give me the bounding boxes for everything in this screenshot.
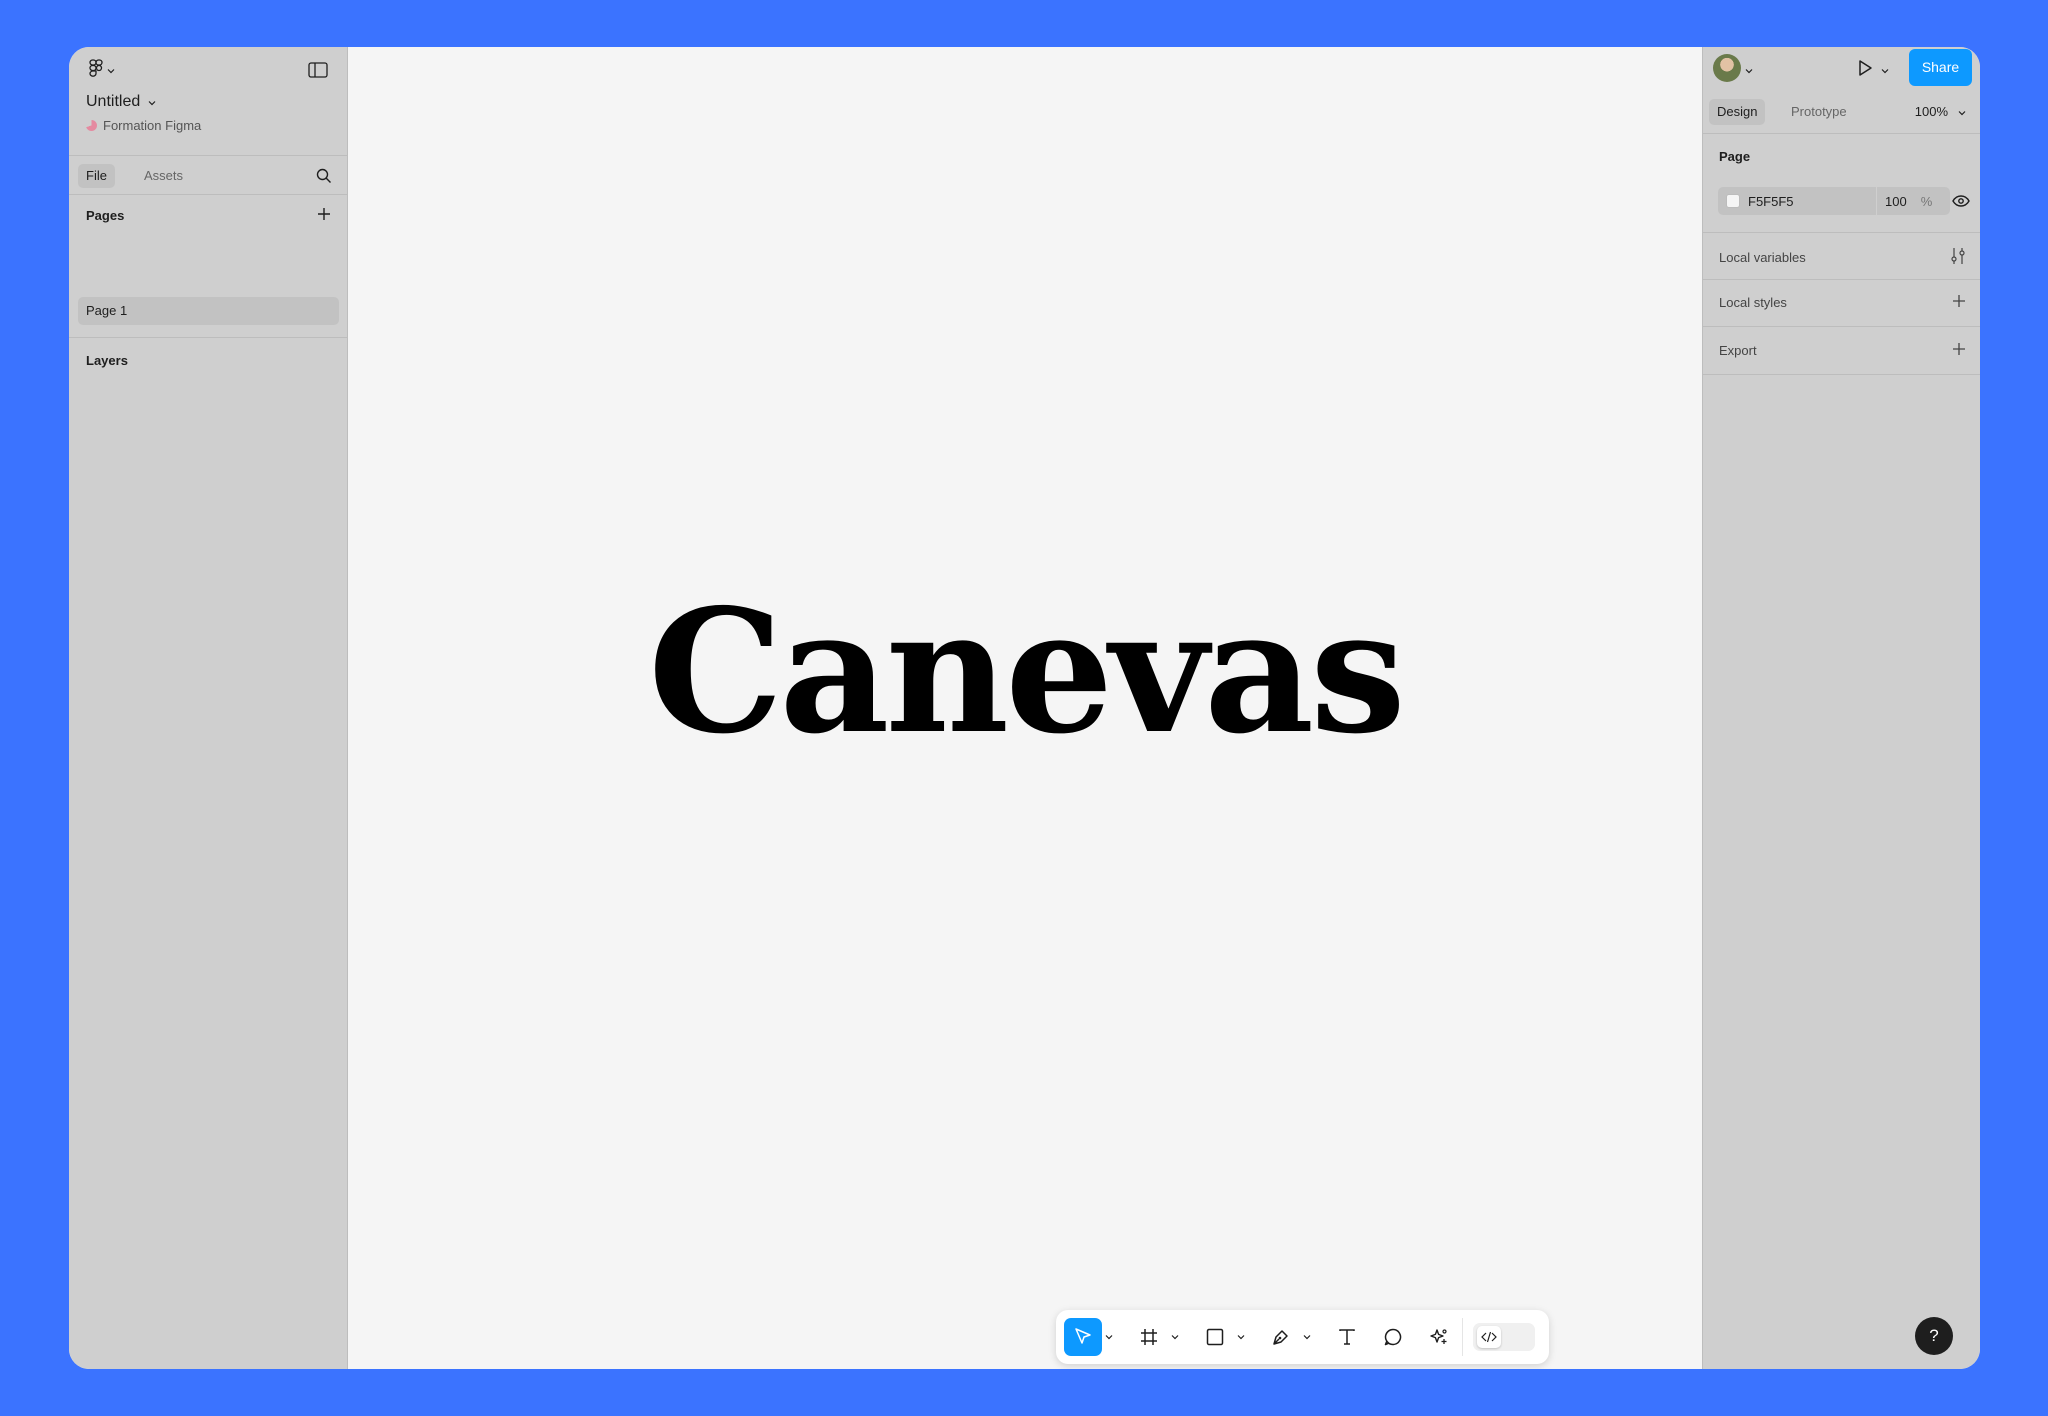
play-icon[interactable]: [1853, 56, 1877, 80]
pages-header: Pages: [86, 207, 331, 224]
comment-tool-icon[interactable]: [1374, 1318, 1412, 1356]
zoom-dropdown[interactable]: 100%: [1915, 99, 1966, 125]
panel-divider: [1703, 133, 1980, 134]
panel-divider: [1703, 232, 1980, 233]
chevron-down-icon[interactable]: [1234, 1318, 1248, 1356]
canvas-text-layer[interactable]: Canevas: [348, 587, 1702, 757]
canvas[interactable]: Canevas: [348, 47, 1702, 1369]
chevron-down-icon[interactable]: [1102, 1318, 1116, 1356]
file-title[interactable]: Untitled: [86, 93, 156, 111]
chevron-down-icon: [1958, 99, 1966, 125]
left-panel-tabs: File Assets: [69, 155, 347, 195]
color-swatch[interactable]: [1726, 194, 1740, 208]
team-icon: [86, 120, 97, 131]
dev-mode-toggle[interactable]: [1473, 1323, 1535, 1351]
share-button[interactable]: Share: [1909, 49, 1972, 86]
pages-divider: [69, 337, 347, 338]
figma-logo-icon: [89, 58, 103, 82]
bottom-toolbar: [1056, 1310, 1549, 1364]
code-icon: [1477, 1326, 1501, 1348]
plus-icon[interactable]: [1952, 342, 1966, 359]
left-sidebar: Untitled Formation Figma File Assets Pag…: [69, 47, 348, 1369]
main-menu-button[interactable]: [85, 57, 119, 83]
frame-tool-icon[interactable]: [1130, 1318, 1168, 1356]
export-row[interactable]: Export: [1719, 342, 1966, 359]
chevron-down-icon[interactable]: [1745, 61, 1753, 79]
file-header: Untitled Formation Figma: [69, 47, 347, 147]
avatar[interactable]: [1713, 54, 1741, 82]
figma-window: Untitled Formation Figma File Assets Pag…: [69, 47, 1980, 1369]
page-opacity-field[interactable]: 100 %: [1876, 187, 1932, 215]
page-color-field[interactable]: F5F5F5 100 %: [1718, 187, 1950, 215]
page-opacity-value: 100: [1885, 193, 1907, 209]
tab-design[interactable]: Design: [1709, 99, 1766, 125]
local-styles-row[interactable]: Local styles: [1719, 294, 1966, 311]
local-variables-label: Local variables: [1719, 250, 1806, 265]
chevron-down-icon: [107, 61, 115, 79]
toolbar-divider: [1462, 1318, 1463, 1356]
panel-divider: [1703, 326, 1980, 327]
chevron-down-icon[interactable]: [1881, 61, 1889, 79]
page-opacity-unit: %: [1920, 193, 1933, 209]
tab-prototype[interactable]: Prototype: [1783, 99, 1855, 125]
team-name: Formation Figma: [103, 118, 202, 133]
tab-file[interactable]: File: [78, 164, 115, 188]
eye-icon[interactable]: [1950, 191, 1972, 211]
search-icon[interactable]: [313, 165, 335, 187]
local-styles-label: Local styles: [1719, 295, 1787, 310]
team-link[interactable]: Formation Figma: [86, 118, 201, 133]
panel-divider: [1703, 374, 1980, 375]
local-variables-row[interactable]: Local variables: [1719, 247, 1966, 268]
sidebar-toggle-icon[interactable]: [305, 57, 331, 83]
page-section-heading: Page: [1719, 149, 1751, 164]
variables-icon[interactable]: [1950, 247, 1966, 268]
page-list-item[interactable]: Page 1: [78, 297, 339, 325]
chevron-down-icon[interactable]: [1168, 1318, 1182, 1356]
zoom-value: 100%: [1914, 104, 1948, 119]
right-sidebar: Share Design Prototype 100% Page F5F5F5 …: [1702, 47, 1980, 1369]
right-panel-tabs: Design Prototype 100%: [1703, 95, 1980, 129]
text-tool-icon[interactable]: [1328, 1318, 1366, 1356]
rectangle-tool-icon[interactable]: [1196, 1318, 1234, 1356]
chevron-down-icon: [148, 93, 156, 111]
file-title-text: Untitled: [86, 93, 141, 110]
panel-divider: [1703, 279, 1980, 280]
add-page-plus-icon[interactable]: [317, 207, 331, 224]
actions-sparkle-icon[interactable]: [1420, 1318, 1458, 1356]
export-label: Export: [1719, 343, 1757, 358]
pen-tool-icon[interactable]: [1262, 1318, 1300, 1356]
pages-heading: Pages: [86, 208, 125, 223]
help-icon[interactable]: ?: [1915, 1317, 1953, 1355]
page-color-hex[interactable]: F5F5F5: [1748, 194, 1876, 209]
plus-icon[interactable]: [1952, 294, 1966, 311]
move-tool-icon[interactable]: [1064, 1318, 1102, 1356]
layers-heading: Layers: [86, 353, 128, 368]
tab-assets[interactable]: Assets: [136, 164, 191, 188]
chevron-down-icon[interactable]: [1300, 1318, 1314, 1356]
